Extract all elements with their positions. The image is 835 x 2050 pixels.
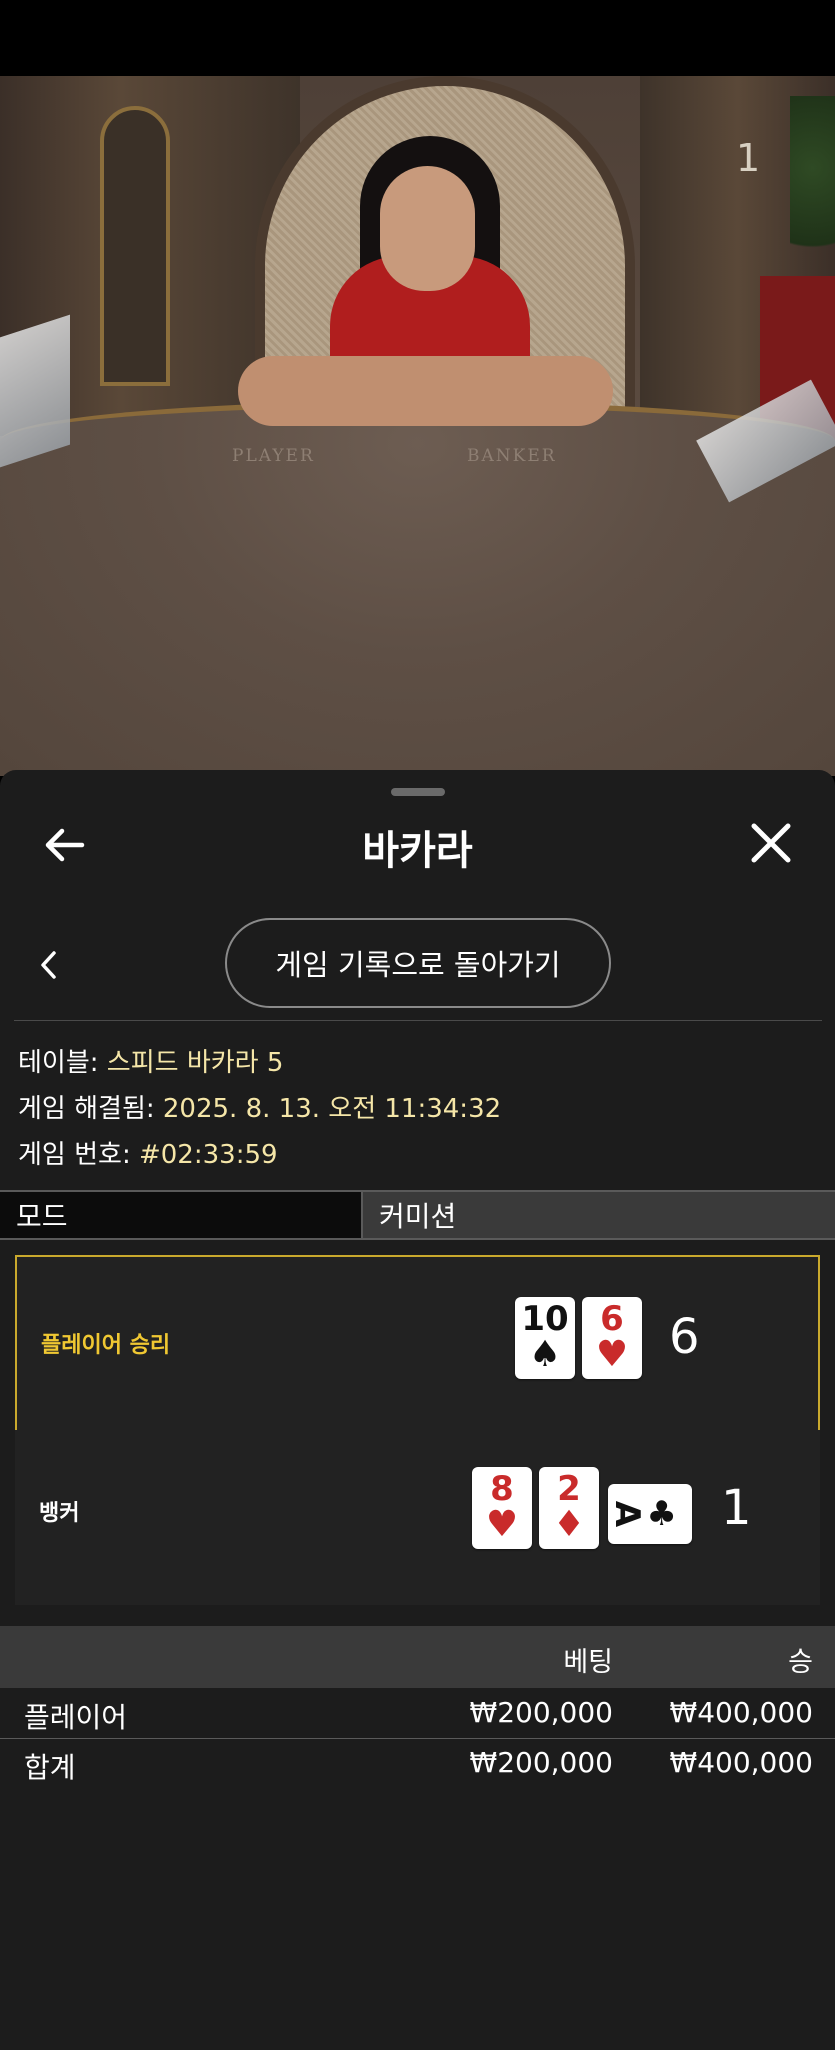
resolved-info: 게임 해결됨: 2025. 8. 13. 오전 11:34:32 (18, 1088, 501, 1125)
back-to-history-button[interactable]: 게임 기록으로 돌아가기 (225, 918, 611, 1008)
playing-card: 8 ♥ (472, 1467, 532, 1549)
bet-amount: ₩200,000 (469, 1696, 613, 1729)
column-win: 승 (788, 1647, 813, 1678)
tab-commission[interactable]: 커미션 (363, 1190, 835, 1240)
club-icon: ♣ (646, 1494, 677, 1534)
win-amount: ₩400,000 (669, 1696, 813, 1729)
felt-player-label: PLAYER (232, 446, 315, 466)
spade-icon: ♠ (528, 1334, 562, 1375)
decor-plant (790, 96, 835, 276)
drag-handle[interactable] (391, 788, 445, 796)
resolved-value: 2025. 8. 13. 오전 11:34:32 (162, 1094, 502, 1124)
table-row: 플레이어 ₩200,000 ₩400,000 (0, 1690, 835, 1740)
dealer-face (380, 166, 475, 291)
resolved-label: 게임 해결됨: (18, 1094, 163, 1124)
table-value: 스피드 바카라 5 (106, 1048, 284, 1078)
diamond-icon: ♦ (552, 1504, 586, 1545)
bets-table-header: 베팅 승 (0, 1626, 835, 1688)
card-rank: 2 (557, 1469, 581, 1509)
table-row-total: 합계 ₩200,000 ₩400,000 (0, 1742, 835, 1792)
divider (14, 1020, 822, 1021)
close-x-icon[interactable] (748, 820, 794, 866)
chevron-left-icon[interactable] (36, 948, 60, 982)
column-bet: 베팅 (563, 1647, 613, 1678)
card-rank: 10 (521, 1299, 569, 1339)
banker-score: 1 (721, 1480, 752, 1536)
bet-amount: ₩200,000 (469, 1746, 613, 1779)
felt-banker-label: BANKER (467, 446, 557, 466)
table-info: 테이블: 스피드 바카라 5 (18, 1042, 283, 1079)
card-rank: 8 (490, 1469, 514, 1509)
banker-label: 뱅커 (39, 1501, 80, 1526)
playing-card-sideways: A ♣ (607, 1484, 692, 1544)
game-number-label: 게임 번호: (18, 1140, 139, 1170)
row-label: 플레이어 (24, 1701, 128, 1734)
win-amount: ₩400,000 (669, 1746, 813, 1779)
player-score: 6 (669, 1309, 700, 1365)
game-number-info: 게임 번호: #02:33:59 (18, 1134, 278, 1171)
card-rank: A (607, 1500, 648, 1528)
live-video-stream: 1 PLAYER BANKER (0, 76, 835, 776)
tab-mode[interactable]: 모드 (0, 1190, 363, 1240)
card-rank: 6 (600, 1299, 624, 1339)
heart-icon: ♥ (595, 1334, 629, 1375)
banker-result: 뱅커 8 ♥ 2 ♦ A ♣ 1 (15, 1430, 820, 1605)
sheet-title: 바카라 (362, 828, 473, 874)
decor-panel (100, 106, 170, 386)
game-history-sheet: 바카라 게임 기록으로 돌아가기 테이블: 스피드 바카라 5 게임 해결됨: … (0, 770, 835, 2050)
playing-card: 2 ♦ (539, 1467, 599, 1549)
card-shoe-left (0, 314, 70, 468)
player-win-label: 플레이어 승리 (41, 1333, 171, 1358)
heart-icon: ♥ (485, 1504, 519, 1545)
player-result: 플레이어 승리 10 ♠ 6 ♥ 6 (15, 1255, 820, 1435)
game-number-value: #02:33:59 (138, 1140, 278, 1170)
row-label: 합계 (24, 1751, 76, 1784)
playing-card: 6 ♥ (582, 1297, 642, 1379)
camera-number: 1 (736, 136, 761, 180)
table-label: 테이블: (18, 1048, 107, 1078)
mode-tabs: 모드 커미션 (0, 1190, 835, 1240)
dealer-arms (238, 356, 613, 426)
playing-card: 10 ♠ (515, 1297, 575, 1379)
divider (0, 1738, 835, 1739)
